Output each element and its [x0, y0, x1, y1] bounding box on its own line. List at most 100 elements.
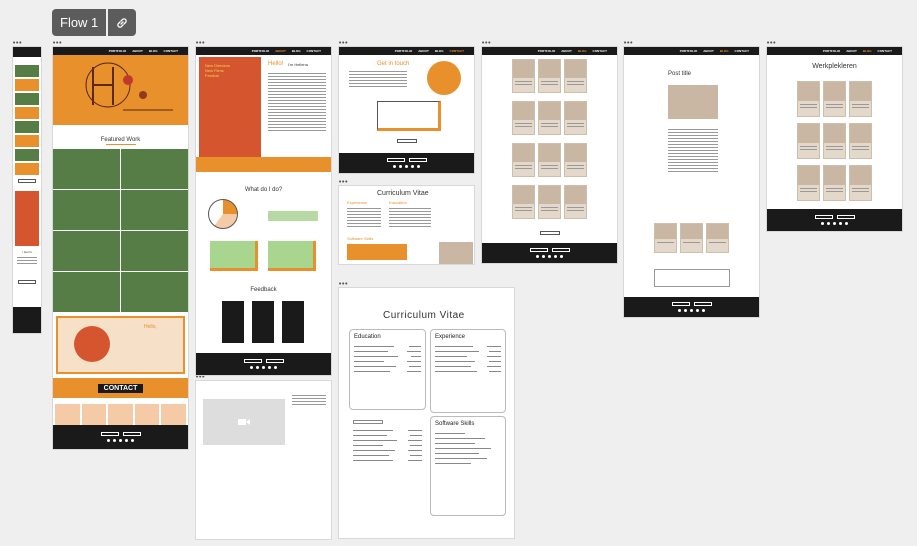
festival-text: New Directors New Films Festival — [205, 63, 231, 78]
nav-contact[interactable]: CONTACT — [878, 49, 892, 53]
hello-text: Hello, — [144, 324, 157, 330]
work-tile[interactable] — [121, 190, 188, 230]
link-icon[interactable] — [108, 9, 137, 36]
video-player[interactable] — [203, 399, 285, 445]
work-card[interactable] — [849, 165, 872, 201]
work-tile[interactable] — [121, 231, 188, 271]
blog-card[interactable] — [512, 185, 535, 219]
frame-post[interactable]: PORTFOLIO ABOUT BLOG CONTACT Post title — [623, 46, 760, 318]
work-card[interactable] — [849, 123, 872, 159]
nav-about[interactable]: ABOUT — [418, 49, 429, 53]
nav-portfolio[interactable]: PORTFOLIO — [395, 49, 413, 53]
nav-portfolio[interactable]: PORTFOLIO — [823, 49, 841, 53]
blog-card[interactable] — [564, 59, 587, 93]
work-card[interactable] — [823, 81, 846, 117]
footer — [53, 425, 188, 449]
comment-box[interactable] — [654, 269, 730, 287]
nav-about[interactable]: ABOUT — [275, 49, 286, 53]
contact-graphic — [427, 61, 461, 95]
experience-heading: Experience — [435, 334, 466, 340]
work-tile[interactable] — [53, 149, 120, 189]
nav-portfolio[interactable]: PORTFOLIO — [680, 49, 698, 53]
nav-blog[interactable]: BLOG — [720, 49, 729, 53]
blog-card[interactable] — [538, 143, 561, 177]
related-card[interactable] — [680, 223, 703, 253]
work-card[interactable] — [823, 123, 846, 159]
nav-blog[interactable]: BLOG — [292, 49, 301, 53]
work-card[interactable] — [797, 165, 820, 201]
navbar: PORTFOLIO ABOUT BLOG CONTACT — [482, 47, 617, 55]
work-tile[interactable] — [121, 149, 188, 189]
skills-section: Software Skills — [430, 416, 506, 516]
blog-card[interactable] — [564, 143, 587, 177]
about-name: I'm Hellena — [288, 62, 308, 67]
what-title: What do I do? — [244, 187, 283, 193]
frame-home[interactable]: PORTFOLIO ABOUT BLOG CONTACT Featured Wo… — [52, 46, 189, 450]
frame-blog[interactable]: PORTFOLIO ABOUT BLOG CONTACT — [481, 46, 618, 264]
work-tile[interactable] — [121, 272, 188, 312]
featured-grid — [53, 149, 188, 312]
related-card[interactable] — [706, 223, 729, 253]
nav-about[interactable]: ABOUT — [846, 49, 857, 53]
work-card[interactable] — [849, 81, 872, 117]
work-card[interactable] — [797, 81, 820, 117]
contact-banner[interactable]: CONTACT — [53, 378, 188, 398]
nav-blog[interactable]: BLOG — [149, 49, 158, 53]
blog-card[interactable] — [564, 185, 587, 219]
blog-card[interactable] — [512, 59, 535, 93]
frame-cv-large[interactable]: Curriculum Vitae Education Experience So… — [338, 287, 515, 539]
frame-cv-small[interactable]: Curriculum Vitae Experience Education So… — [338, 185, 475, 265]
frame-mobile[interactable]: • Get In — [12, 46, 42, 334]
related-card[interactable] — [654, 223, 677, 253]
work-tile[interactable] — [53, 272, 120, 312]
frame-work[interactable]: PORTFOLIO ABOUT BLOG CONTACT Werkplekler… — [766, 46, 903, 232]
cv-small-title: Curriculum Vitae — [377, 190, 429, 197]
nav-about[interactable]: ABOUT — [703, 49, 714, 53]
blog-card[interactable] — [512, 101, 535, 135]
nav-about[interactable]: ABOUT — [132, 49, 143, 53]
contact-label: CONTACT — [97, 383, 144, 393]
footer — [624, 297, 759, 317]
cv-small-skills: Software Skills — [347, 236, 374, 241]
feedback-card — [222, 301, 244, 343]
nav-blog[interactable]: BLOG — [435, 49, 444, 53]
blog-card[interactable] — [512, 143, 535, 177]
nav-about[interactable]: ABOUT — [561, 49, 572, 53]
education-list — [349, 416, 426, 516]
experience-section: Experience — [430, 329, 506, 413]
flow-chip[interactable]: Flow 1 — [52, 9, 137, 36]
feedback-card — [252, 301, 274, 343]
contact-form[interactable] — [377, 101, 441, 131]
service-card[interactable] — [210, 241, 258, 271]
nav-blog[interactable]: BLOG — [578, 49, 587, 53]
work-card[interactable] — [797, 123, 820, 159]
nav-contact[interactable]: CONTACT — [735, 49, 749, 53]
navbar: PORTFOLIO ABOUT BLOG CONTACT — [624, 47, 759, 55]
blog-card[interactable] — [538, 59, 561, 93]
logo-strip — [196, 157, 331, 172]
nav-portfolio[interactable]: PORTFOLIO — [109, 49, 127, 53]
work-card[interactable] — [823, 165, 846, 201]
send-button[interactable] — [397, 139, 417, 143]
frame-video-modal[interactable] — [195, 380, 332, 540]
service-card[interactable] — [268, 241, 316, 271]
frame-contact[interactable]: PORTFOLIO ABOUT BLOG CONTACT Get in touc… — [338, 46, 475, 174]
blog-card[interactable] — [538, 185, 561, 219]
nav-contact[interactable]: CONTACT — [307, 49, 321, 53]
nav-contact[interactable]: CONTACT — [450, 49, 464, 53]
work-tile[interactable] — [53, 231, 120, 271]
blog-card[interactable] — [564, 101, 587, 135]
nav-portfolio[interactable]: PORTFOLIO — [538, 49, 556, 53]
work-tile[interactable] — [53, 190, 120, 230]
nav-contact[interactable]: CONTACT — [593, 49, 607, 53]
nav-blog[interactable]: BLOG — [863, 49, 872, 53]
pie-graphic — [208, 199, 238, 229]
blog-card[interactable] — [538, 101, 561, 135]
nav-portfolio[interactable]: PORTFOLIO — [252, 49, 270, 53]
hero-banner — [53, 55, 188, 125]
frame-about[interactable]: PORTFOLIO ABOUT BLOG CONTACT New Directo… — [195, 46, 332, 376]
flow-label[interactable]: Flow 1 — [52, 9, 107, 36]
footer — [196, 353, 331, 375]
nav-contact[interactable]: CONTACT — [164, 49, 178, 53]
load-more-button[interactable] — [540, 231, 560, 235]
